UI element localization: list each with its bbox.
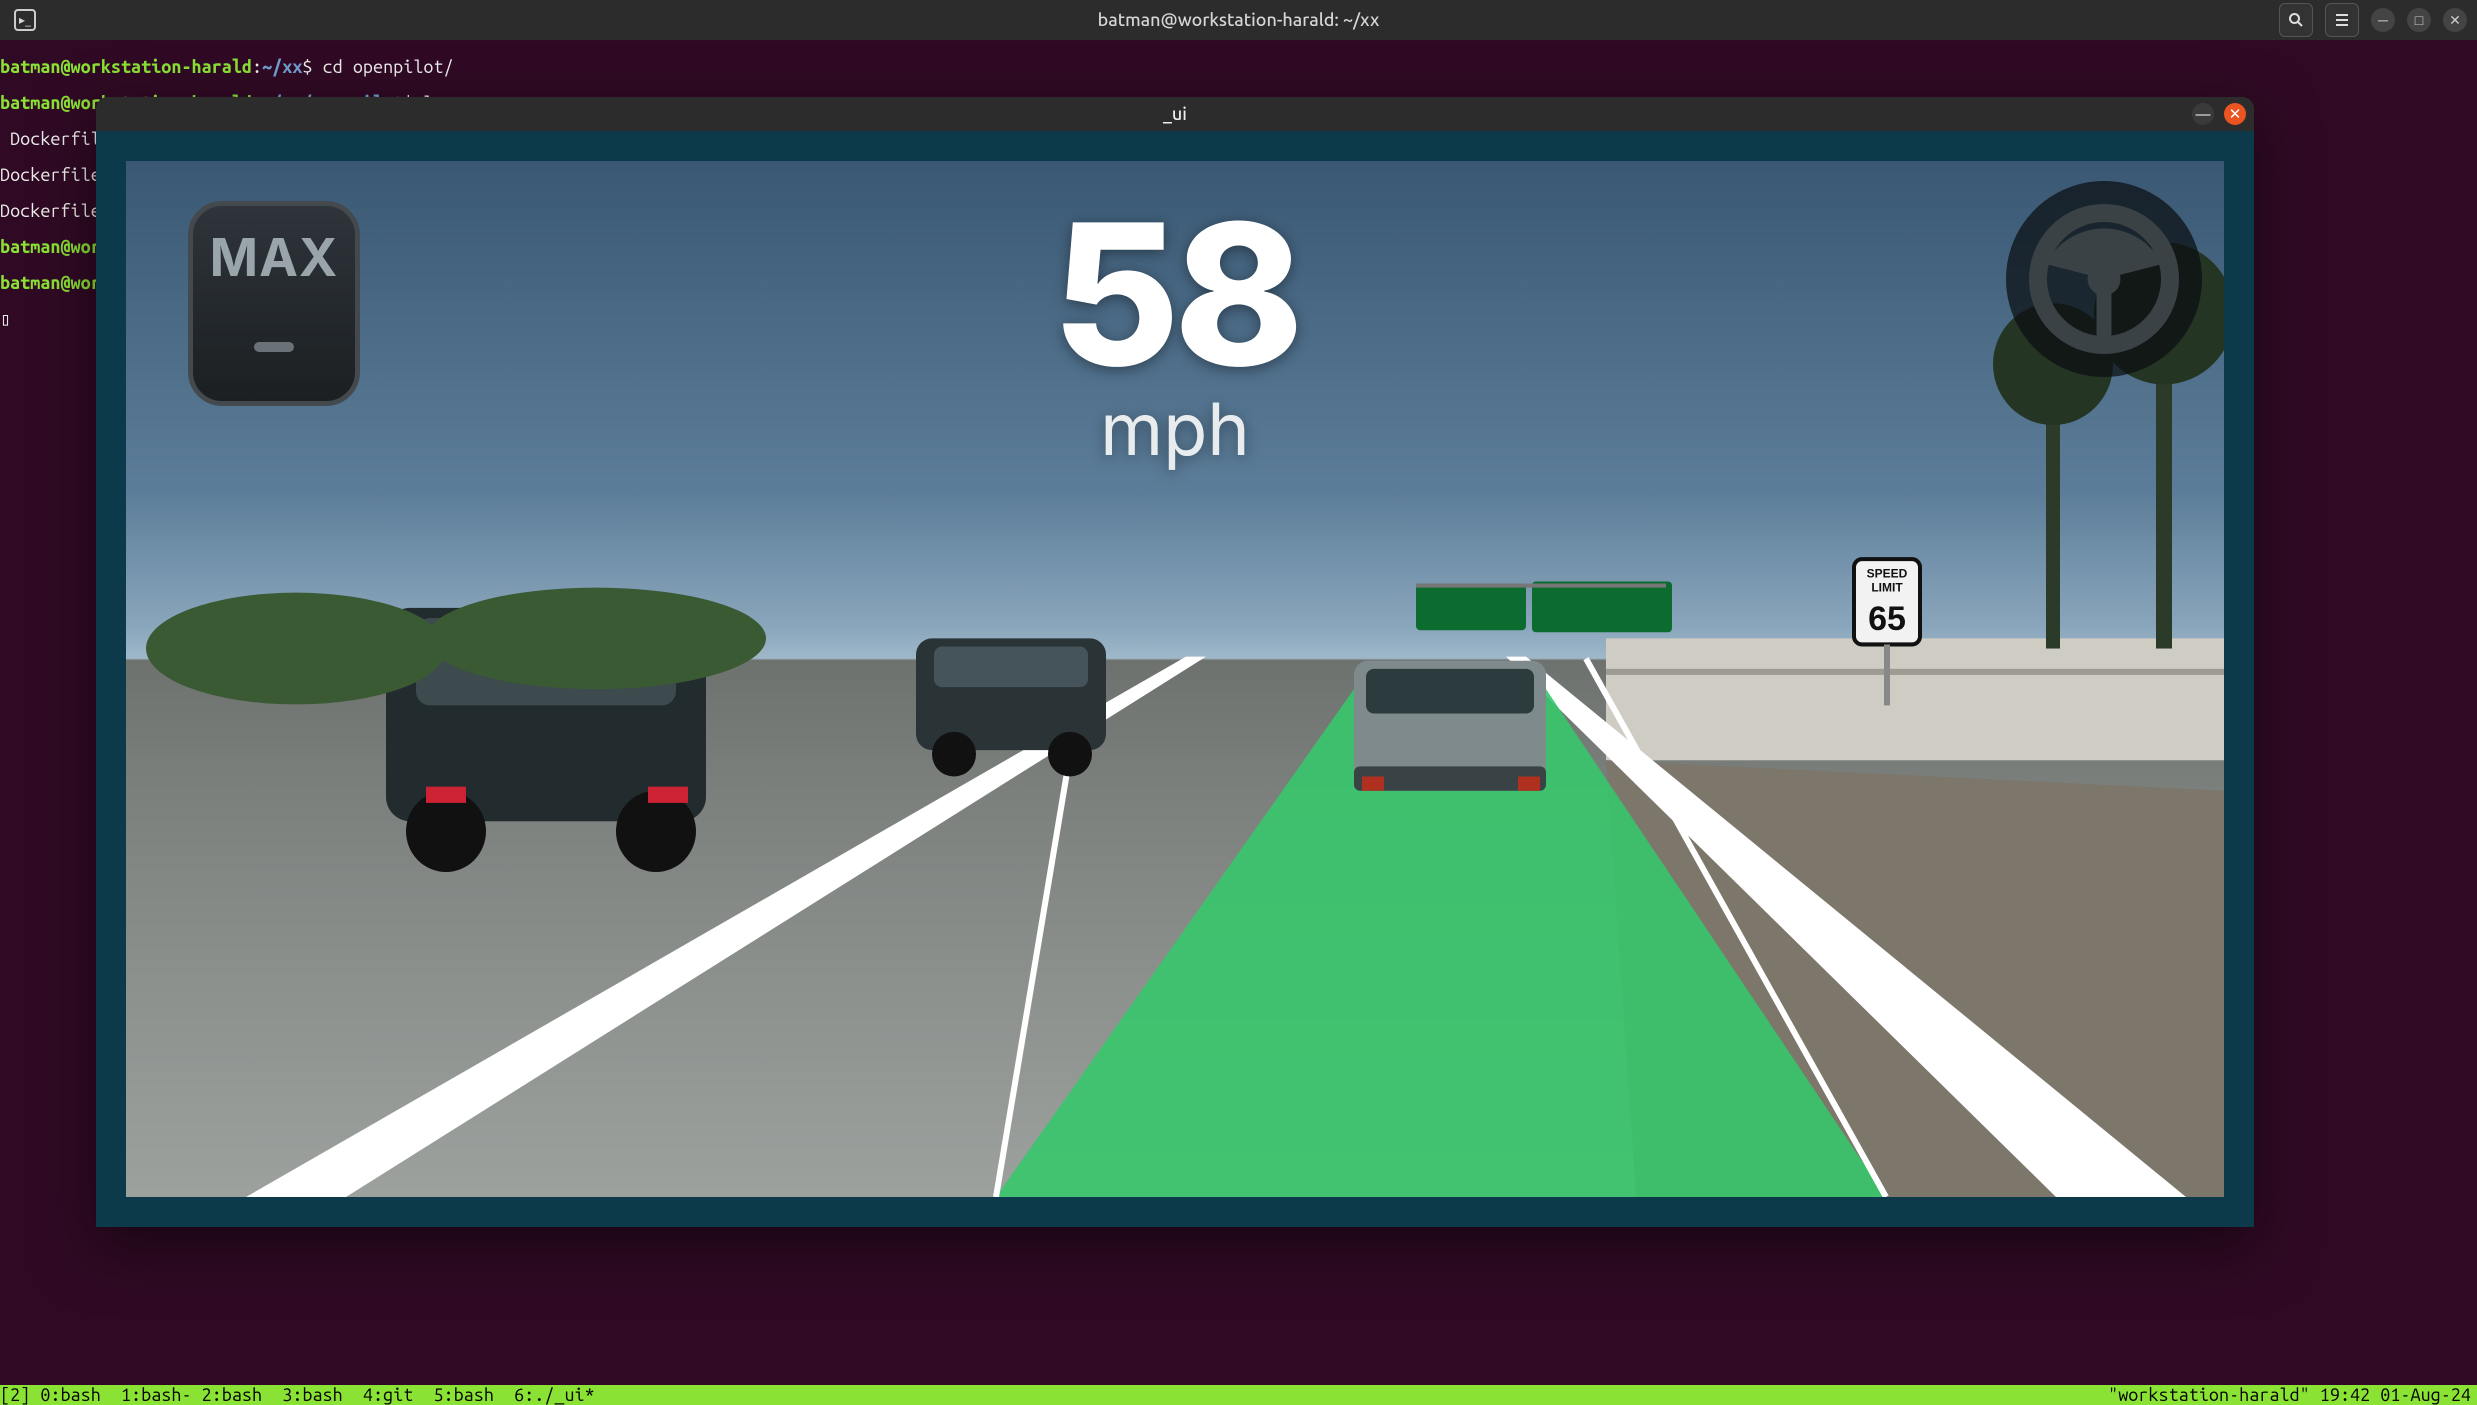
svg-text:LIMIT: LIMIT	[1871, 581, 1903, 595]
cmd-text: cd openpilot/	[323, 57, 454, 77]
ui-minimize-icon[interactable]: —	[2192, 103, 2214, 125]
road-camera-view: SPEED LIMIT 65 MAX	[126, 161, 2224, 1197]
gnome-headerbar: ▸_ batman@workstation-harald: ~/xx ─ □ ✕	[0, 0, 2477, 40]
minimize-icon[interactable]: ─	[2371, 8, 2395, 32]
vehicle-midleft	[916, 638, 1106, 776]
ui-canvas: SPEED LIMIT 65 MAX	[96, 131, 2254, 1227]
maximize-icon[interactable]: □	[2407, 8, 2431, 32]
hud-max-label: MAX	[210, 232, 339, 284]
ui-app-window: _ui — ✕	[96, 97, 2254, 1227]
prompt-path: ~/xx	[262, 57, 302, 77]
lead-vehicle	[1354, 661, 1546, 791]
hud-max-value-dash	[254, 342, 294, 352]
hud-max-speed-box[interactable]: MAX	[188, 201, 360, 406]
prompt-user: batman@workstation-harald	[0, 57, 252, 77]
search-icon[interactable]	[2279, 3, 2313, 37]
hud-steering-wheel-button[interactable]	[2006, 181, 2202, 377]
steering-wheel-icon	[2029, 204, 2179, 354]
ui-window-title: _ui	[1163, 104, 1187, 124]
cursor: ▯	[0, 309, 11, 329]
hamburger-icon[interactable]	[2325, 3, 2359, 37]
tmux-status-bar[interactable]: [2] 0:bash 1:bash- 2:bash 3:bash 4:git 5…	[0, 1385, 2477, 1405]
hud-speed: 58 mph	[1052, 215, 1298, 473]
tmux-right: "workstation-harald" 19:42 01-Aug-24	[2108, 1385, 2477, 1405]
ui-window-titlebar[interactable]: _ui — ✕	[96, 97, 2254, 131]
tmux-left: [2] 0:bash 1:bash- 2:bash 3:bash 4:git 5…	[0, 1385, 595, 1405]
window-title: batman@workstation-harald: ~/xx	[1098, 10, 1380, 30]
ui-close-icon[interactable]: ✕	[2224, 103, 2246, 125]
overhead-signs	[1416, 581, 1672, 632]
svg-text:SPEED: SPEED	[1867, 566, 1908, 580]
svg-text:65: 65	[1868, 600, 1906, 638]
concrete-barrier	[1606, 638, 2224, 760]
hud-speed-value: 58	[1052, 215, 1298, 376]
terminal-app-icon: ▸_	[14, 9, 36, 31]
close-icon[interactable]: ✕	[2443, 8, 2467, 32]
